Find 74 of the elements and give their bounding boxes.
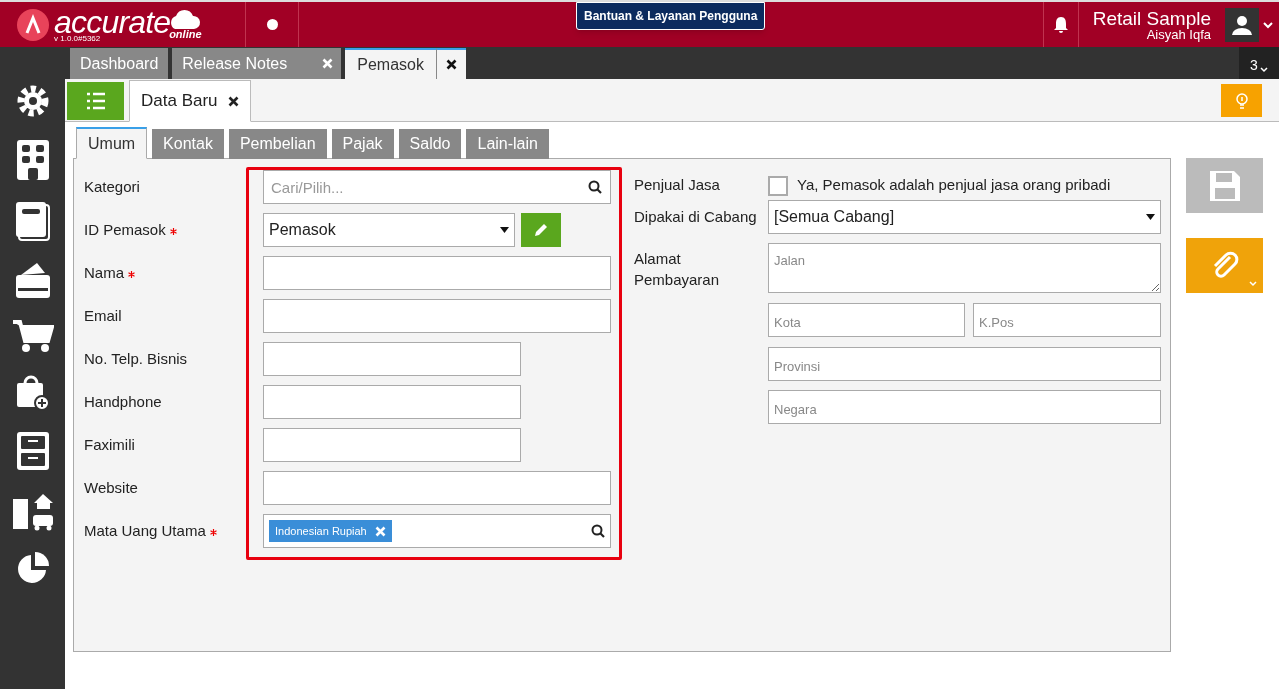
list-icon — [85, 92, 106, 110]
page-tab[interactable]: Data Baru — [129, 80, 251, 122]
list-menu-button[interactable] — [67, 82, 124, 120]
edit-button[interactable] — [521, 213, 561, 247]
caret-icon — [1146, 214, 1155, 220]
version-text: v 1.0.0#5362 — [54, 34, 102, 43]
field-label: ID Pemasok — [84, 219, 166, 240]
field-label: Penjual Jasa — [634, 175, 721, 196]
book-icon[interactable] — [14, 201, 51, 241]
province-input[interactable]: Provinsi — [768, 347, 1161, 381]
cabinet-icon[interactable] — [15, 431, 50, 471]
search-icon[interactable] — [588, 180, 602, 194]
text-input[interactable] — [263, 385, 521, 419]
form-tab[interactable]: Kontak — [152, 129, 224, 159]
text-input[interactable] — [263, 428, 521, 462]
cart-icon[interactable] — [11, 319, 54, 353]
close-icon — [445, 59, 457, 70]
buildings-house-car-icon[interactable] — [11, 491, 54, 531]
chevron-down-icon — [1259, 67, 1268, 73]
shopping-bag-plus-icon[interactable] — [14, 373, 51, 411]
text-input[interactable] — [263, 256, 611, 290]
cloud-icon — [168, 9, 203, 29]
currency-tag-field[interactable]: Indonesian Rupiah — [263, 514, 611, 548]
checkbox-label: Ya, Pemasok adalah penjual jasa orang pribadi — [797, 175, 1111, 196]
remove-tag-icon[interactable] — [374, 525, 386, 537]
pencil-icon — [533, 222, 549, 238]
field-label: Alamat Pembayaran — [634, 249, 721, 290]
supplier-id-select[interactable]: Pemasok — [263, 213, 515, 247]
postal-code-input[interactable]: K.Pos — [973, 303, 1161, 337]
wallet-icon[interactable] — [14, 261, 51, 299]
field-label: Website — [84, 477, 138, 498]
close-tab-button[interactable] — [435, 48, 466, 79]
form-tab[interactable]: Saldo — [398, 129, 462, 159]
text-input[interactable] — [263, 471, 611, 505]
branch-select[interactable]: [Semua Cabang] — [768, 200, 1161, 234]
brand-subtitle: online — [169, 29, 202, 40]
form-tab[interactable]: Umum — [76, 127, 148, 159]
field-label: Kategori — [84, 176, 140, 197]
form-tab[interactable]: Lain-lain — [466, 129, 549, 159]
field-label: Email — [84, 305, 122, 326]
chevron-down-icon[interactable] — [1263, 20, 1273, 29]
currency-tag: Indonesian Rupiah — [269, 520, 392, 542]
document-tab[interactable]: Release Notes — [172, 48, 342, 79]
close-icon[interactable] — [227, 95, 239, 107]
pie-chart-icon[interactable] — [15, 551, 50, 585]
logo-icon — [16, 7, 50, 42]
field-label: Nama — [84, 262, 124, 283]
form-tab[interactable]: Pembelian — [228, 129, 327, 159]
notification-bell-icon[interactable] — [1052, 15, 1069, 34]
country-input[interactable]: Negara — [768, 390, 1161, 424]
checkbox[interactable] — [768, 175, 788, 196]
category-search-field[interactable]: Cari/Pilih... — [263, 170, 611, 204]
street-textarea[interactable]: Jalan — [768, 243, 1161, 293]
building-icon[interactable] — [15, 139, 50, 181]
text-input[interactable] — [263, 342, 521, 376]
field-label: Mata Uang Utama — [84, 520, 206, 541]
search-icon[interactable] — [591, 524, 605, 538]
document-tab[interactable]: Pemasok — [345, 48, 436, 79]
field-label: Handphone — [84, 391, 162, 412]
help-button[interactable]: Bantuan & Layanan Pengguna — [576, 2, 766, 30]
avatar-icon[interactable] — [1225, 7, 1259, 42]
field-label: No. Telp. Bisnis — [84, 348, 188, 369]
chevron-down-icon — [1249, 281, 1257, 287]
lightbulb-icon — [1234, 91, 1249, 110]
company-name: Retail Sample — [1092, 8, 1211, 28]
close-icon — [321, 58, 333, 69]
field-label: Dipakai di Cabang — [634, 206, 758, 227]
caret-icon — [500, 227, 509, 233]
city-input[interactable]: Kota — [768, 303, 965, 337]
document-tab[interactable]: Dashboard — [70, 48, 169, 79]
text-input[interactable] — [263, 299, 611, 333]
field-label: Faximili — [84, 434, 135, 455]
tab-count-button[interactable]: 3 — [1239, 47, 1279, 79]
form-tab[interactable]: Pajak — [331, 129, 394, 159]
